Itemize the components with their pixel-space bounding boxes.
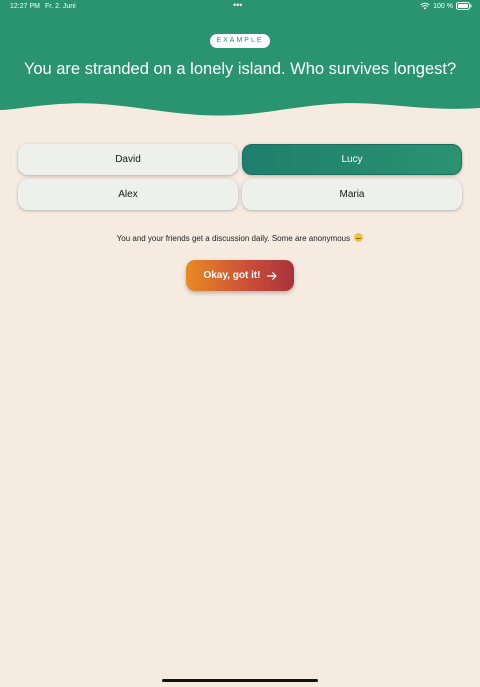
info-message: You and your friends get a discussion da…	[0, 233, 480, 243]
wifi-icon	[420, 2, 430, 10]
answer-option-david[interactable]: David	[18, 144, 238, 175]
home-indicator[interactable]	[162, 679, 318, 682]
info-text: You and your friends get a discussion da…	[116, 234, 351, 243]
answer-option-alex[interactable]: Alex	[18, 179, 238, 210]
header: 12:27 PM Fr. 2. Juni ••• 100 % EXAMPLE Y…	[0, 0, 480, 120]
status-right: 100 %	[420, 2, 472, 10]
status-date: Fr. 2. Juni	[45, 3, 76, 10]
battery-icon	[456, 2, 472, 10]
okay-got-it-button[interactable]: Okay, got it!	[186, 260, 294, 291]
shushing-face-emoji-icon	[354, 233, 364, 242]
question-title: You are stranded on a lonely island. Who…	[23, 60, 457, 78]
example-badge: EXAMPLE	[210, 34, 270, 48]
battery-percent: 100 %	[433, 2, 453, 10]
answer-option-maria[interactable]: Maria	[242, 179, 462, 210]
answer-grid: David Lucy Alex Maria	[18, 144, 462, 210]
status-bar: 12:27 PM Fr. 2. Juni ••• 100 %	[0, 0, 480, 14]
answer-option-lucy[interactable]: Lucy	[242, 144, 462, 175]
multitasking-dots[interactable]: •••	[233, 0, 242, 10]
status-time: 12:27 PM	[10, 3, 40, 10]
arrow-right-icon	[266, 271, 277, 280]
cta-label: Okay, got it!	[203, 270, 261, 281]
